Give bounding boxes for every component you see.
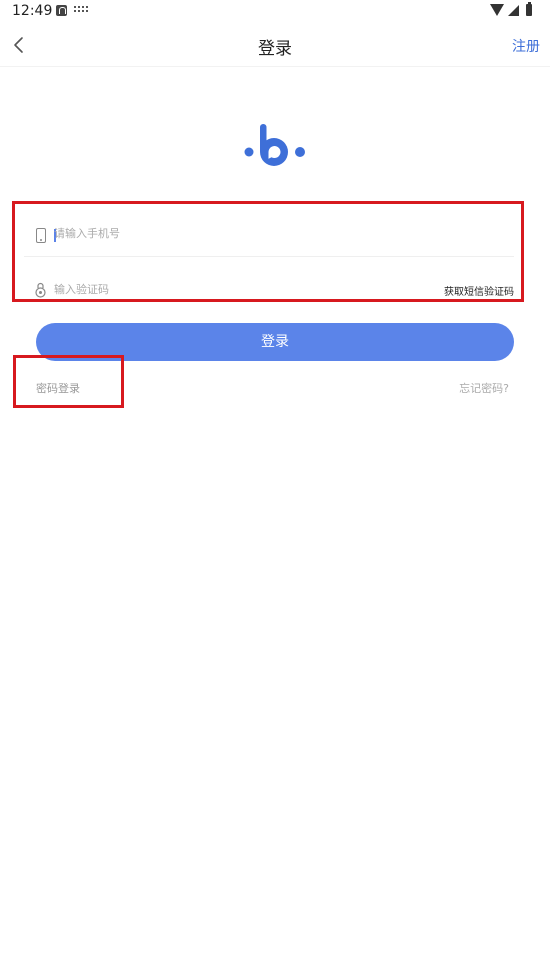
lock-icon bbox=[35, 282, 46, 298]
login-page: 12:49 登录 注册 请输入手机号 输入验证码 获取短信验证码 登录 密码登录… bbox=[0, 0, 550, 977]
register-link[interactable]: 注册 bbox=[512, 36, 540, 56]
phone-icon bbox=[36, 228, 46, 243]
brand-b-logo bbox=[244, 124, 305, 166]
app-header: 登录 注册 bbox=[0, 24, 550, 67]
password-login-link[interactable]: 密码登录 bbox=[36, 380, 80, 396]
battery-icon bbox=[526, 2, 532, 16]
phone-number-input[interactable] bbox=[54, 227, 454, 240]
page-title: 登录 bbox=[258, 39, 292, 59]
status-time: 12:49 bbox=[12, 3, 53, 19]
get-sms-code-button[interactable]: 获取短信验证码 bbox=[444, 283, 514, 298]
notification-a-icon bbox=[56, 5, 67, 16]
forgot-password-link[interactable]: 忘记密码? bbox=[459, 380, 509, 396]
keyboard-icon bbox=[74, 6, 88, 14]
cell-signal-icon bbox=[508, 5, 519, 16]
status-bar: 12:49 bbox=[0, 0, 550, 24]
code-input-row: 获取短信验证码 bbox=[24, 276, 514, 302]
wifi-icon bbox=[490, 4, 504, 16]
phone-input-row bbox=[24, 220, 514, 257]
status-icons bbox=[490, 2, 542, 19]
verification-code-input[interactable] bbox=[54, 283, 354, 296]
